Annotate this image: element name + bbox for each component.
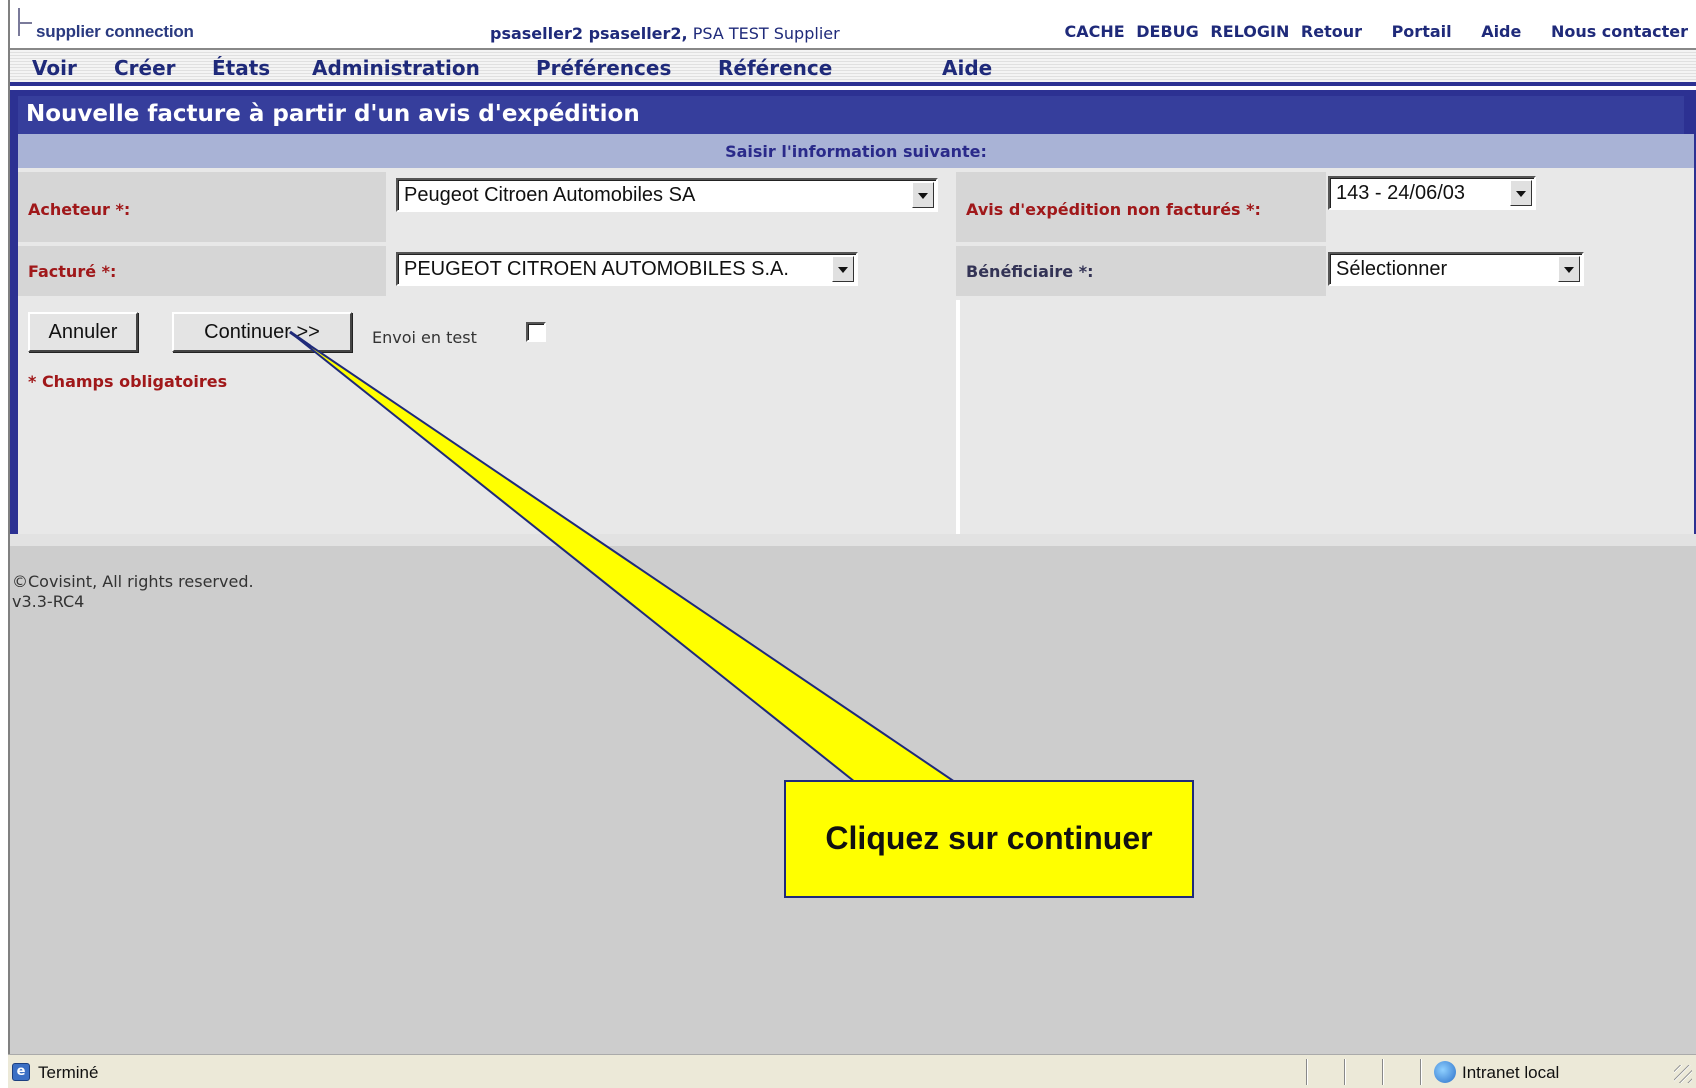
status-divider	[1344, 1059, 1346, 1085]
callout-box: Cliquez sur continuer	[784, 780, 1194, 898]
intranet-zone-icon	[1434, 1061, 1456, 1083]
status-divider	[1382, 1059, 1384, 1085]
status-divider	[1306, 1059, 1308, 1085]
ie-page-icon: e	[12, 1063, 30, 1081]
status-bar: e Terminé Intranet local	[8, 1054, 1696, 1088]
callout-tip	[289, 330, 311, 348]
callout-pointer	[289, 330, 959, 783]
status-divider	[1420, 1059, 1422, 1085]
zone-text: Intranet local	[1462, 1063, 1560, 1082]
status-text: Terminé	[38, 1063, 99, 1082]
callout-arrow	[289, 331, 959, 783]
resize-grip-icon[interactable]	[1674, 1065, 1692, 1083]
